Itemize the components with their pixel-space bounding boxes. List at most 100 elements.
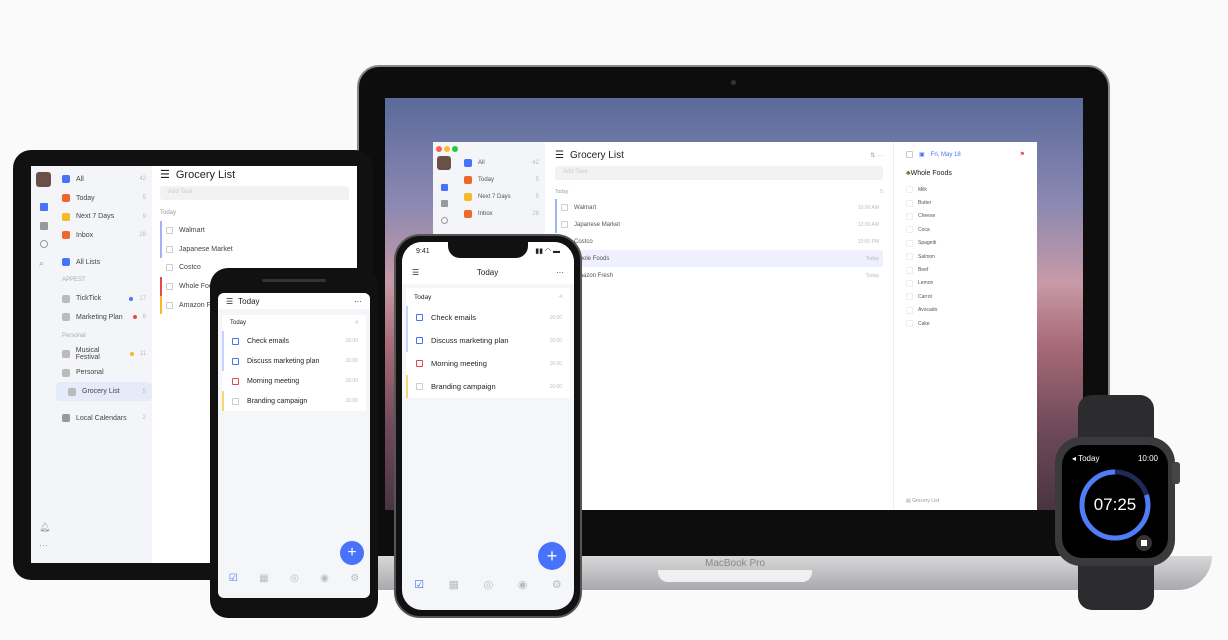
item-checkbox[interactable] (906, 266, 913, 274)
checklist-item[interactable]: Spagetti (906, 237, 1025, 250)
item-checkbox[interactable] (906, 212, 913, 220)
task-checkbox[interactable] (561, 221, 568, 228)
add-task-button[interactable]: + (340, 541, 364, 565)
task-row[interactable]: Japanese Market (160, 239, 349, 259)
calendar-icon[interactable] (40, 222, 48, 230)
checklist-item[interactable]: Beef (906, 263, 1025, 276)
task-row[interactable]: Walmart (160, 221, 349, 240)
task-row[interactable]: Morning meeting 16:00 (406, 352, 570, 375)
menu-icon[interactable]: ☰ (412, 268, 419, 277)
sidebar-item[interactable]: Musical Festival 11 (56, 345, 152, 364)
task-checkbox[interactable] (416, 314, 423, 321)
habit-tab-icon[interactable]: ◉ (518, 578, 528, 591)
calendar-tab-icon[interactable]: ▦ (449, 578, 459, 591)
more-icon[interactable]: ··· (39, 540, 48, 550)
checklist-item[interactable]: Butter (906, 196, 1025, 209)
task-checkbox[interactable] (561, 204, 568, 211)
add-task-button[interactable]: + (538, 542, 566, 570)
sidebar-item[interactable]: Grocery List 5 (56, 382, 152, 401)
task-row[interactable]: Costco 10:00 PM (555, 233, 883, 250)
habit-tab-icon[interactable]: ◉ (320, 573, 329, 584)
task-row[interactable]: Morning meeting 16:00 (222, 371, 366, 391)
checklist-item[interactable]: Coca (906, 223, 1025, 236)
item-checkbox[interactable] (906, 226, 913, 234)
item-checkbox[interactable] (906, 239, 913, 247)
calendar-icon[interactable] (441, 200, 448, 207)
add-task-input[interactable]: Add Task (160, 186, 349, 200)
avatar[interactable] (437, 156, 451, 170)
task-checkbox[interactable] (166, 226, 173, 234)
task-checkbox[interactable] (416, 383, 423, 390)
task-tab-icon[interactable]: ☑ (229, 573, 238, 584)
settings-tab-icon[interactable]: ⚙ (350, 573, 359, 584)
folder-header[interactable]: Personal (56, 327, 152, 345)
task-checkbox[interactable] (166, 301, 173, 309)
task-checkbox[interactable] (232, 357, 239, 365)
flag-icon[interactable]: ⚑ (1020, 151, 1025, 158)
sidebar-item-next-7-days[interactable]: Next 7 Days 5 (458, 188, 545, 205)
checklist-item[interactable]: Salmon (906, 250, 1025, 263)
more-icon[interactable]: ··· (354, 297, 362, 306)
settings-tab-icon[interactable]: ⚙ (552, 578, 562, 591)
task-checkbox[interactable] (166, 282, 173, 290)
menu-icon[interactable]: ☰ (555, 150, 564, 161)
sidebar-item[interactable]: Personal (56, 364, 152, 383)
sidebar-item[interactable]: Local Calendars 2 (56, 409, 152, 428)
bell-icon[interactable]: 🔔︎ (39, 522, 50, 533)
task-row[interactable]: Branding campaign 16:00 (406, 375, 570, 398)
detail-footer[interactable]: ▤ Grocery List (906, 498, 939, 504)
menu-icon[interactable]: ☰ (160, 168, 170, 181)
item-checkbox[interactable] (906, 199, 913, 207)
sidebar-item[interactable]: All 42 (56, 170, 152, 189)
task-row[interactable]: Discuss marketing plan 16:00 (406, 329, 570, 352)
sidebar-item[interactable]: TickTick 17 (56, 289, 152, 308)
checklist-item[interactable]: Cheese (906, 210, 1025, 223)
menu-icon[interactable]: ☰ (226, 297, 233, 306)
task-row[interactable]: Amazon Fresh Today (555, 267, 883, 284)
sidebar-item[interactable]: Inbox 28 (56, 226, 152, 245)
task-row[interactable]: Branding campaign 16:00 (222, 391, 366, 411)
more-icon[interactable]: ··· (556, 268, 564, 277)
back-button[interactable]: ◂ Today (1072, 454, 1099, 463)
item-checkbox[interactable] (906, 320, 913, 328)
search-icon[interactable]: ⌕ (39, 258, 44, 269)
checklist-item[interactable]: Lemon (906, 277, 1025, 290)
pomodoro-tab-icon[interactable]: ◎ (290, 573, 299, 584)
detail-checkbox[interactable] (906, 151, 913, 158)
item-checkbox[interactable] (906, 253, 913, 261)
task-row[interactable]: Japanese Market 12:00 AM (555, 216, 883, 233)
add-task-input[interactable]: Add Task (555, 166, 883, 180)
stop-button[interactable] (1136, 535, 1152, 551)
close-button[interactable] (436, 146, 442, 152)
task-checkbox[interactable] (232, 377, 239, 385)
checklist-item[interactable]: Milk (906, 183, 1025, 196)
due-date[interactable]: Fri, May 18 (931, 152, 961, 158)
all-lists-toggle[interactable]: All Lists (56, 253, 152, 272)
task-checkbox[interactable] (416, 337, 423, 344)
task-row[interactable]: Discuss marketing plan 16:00 (222, 351, 366, 371)
task-icon[interactable] (40, 203, 48, 211)
sidebar-item-today[interactable]: Today 5 (458, 171, 545, 188)
task-checkbox[interactable] (166, 245, 173, 253)
folder-header[interactable]: APPEST (56, 271, 152, 289)
task-row[interactable]: Check emails 16:00 (222, 331, 366, 351)
sidebar-item-inbox[interactable]: Inbox 28 (458, 205, 545, 222)
task-checkbox[interactable] (166, 264, 173, 272)
sidebar-item[interactable]: Today 5 (56, 189, 152, 208)
task-row[interactable]: Whole Foods Today (555, 250, 883, 267)
task-checkbox[interactable] (416, 360, 423, 367)
sidebar-item[interactable]: Next 7 Days 9 (56, 207, 152, 226)
sidebar-item-all[interactable]: All 42 (458, 154, 545, 171)
task-row[interactable]: Check emails 16:00 (406, 306, 570, 329)
task-icon[interactable] (441, 184, 448, 191)
sidebar-item[interactable]: Marketing Plan 8 (56, 308, 152, 327)
checklist-item[interactable]: Carrot (906, 290, 1025, 303)
item-checkbox[interactable] (906, 293, 913, 301)
calendar-tab-icon[interactable]: ▦ (259, 573, 268, 584)
task-checkbox[interactable] (232, 337, 239, 345)
checklist-item[interactable]: Cake (906, 317, 1025, 330)
task-row[interactable]: Walmart 10:00 AM (555, 199, 883, 216)
avatar[interactable] (36, 172, 51, 187)
minimize-button[interactable] (444, 146, 450, 152)
task-tab-icon[interactable]: ☑ (414, 578, 424, 591)
